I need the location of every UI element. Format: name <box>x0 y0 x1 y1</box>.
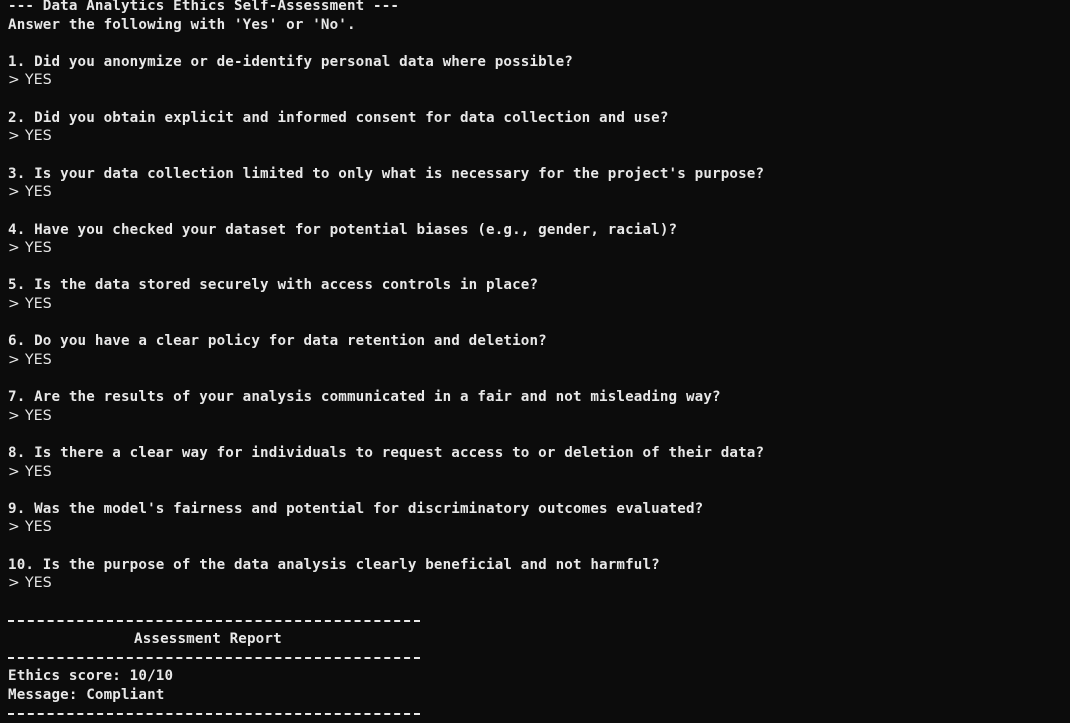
question-block: 9. Was the model's fairness and potentia… <box>8 500 1063 556</box>
question-text: 2. Did you obtain explicit and informed … <box>8 109 669 126</box>
answer-value: YES <box>25 295 52 312</box>
question-text: 10. Is the purpose of the data analysis … <box>8 556 660 573</box>
prompt-symbol: > <box>8 351 20 368</box>
question-block: 2. Did you obtain explicit and informed … <box>8 109 1063 165</box>
prompt-symbol: > <box>8 407 20 424</box>
prompt-symbol: > <box>8 519 20 536</box>
answer-value: YES <box>25 184 52 201</box>
answer-line: > YES <box>8 127 1063 146</box>
question-block: 1. Did you anonymize or de-identify pers… <box>8 53 1063 109</box>
question-text: 1. Did you anonymize or de-identify pers… <box>8 53 573 70</box>
question-text: 4. Have you checked your dataset for pot… <box>8 221 678 238</box>
question-block: 5. Is the data stored securely with acce… <box>8 276 1063 332</box>
prompt-symbol: > <box>8 72 20 89</box>
prompt-symbol: > <box>8 295 20 312</box>
question-list: 1. Did you anonymize or de-identify pers… <box>8 53 1063 612</box>
answer-value: YES <box>25 72 52 89</box>
ethics-score: Ethics score: 10/10 <box>8 668 174 685</box>
answer-line: > YES <box>8 518 1063 537</box>
report-divider-bottom <box>8 705 1063 723</box>
answer-value: YES <box>25 351 52 368</box>
prompt-symbol: > <box>8 463 20 480</box>
question-block: 7. Are the results of your analysis comm… <box>8 388 1063 444</box>
report-divider-middle <box>8 649 1063 668</box>
question-text: 5. Is the data stored securely with acce… <box>8 277 539 294</box>
question-text: 8. Is there a clear way for individuals … <box>8 445 765 461</box>
question-text: 6. Do you have a clear policy for data r… <box>8 333 547 350</box>
answer-value: YES <box>25 575 52 592</box>
prompt-symbol: > <box>8 575 20 592</box>
answer-value: YES <box>25 463 52 480</box>
answer-line: > YES <box>8 463 1063 482</box>
terminal-window: --- Data Analytics Ethics Self-Assessmen… <box>8 0 1063 723</box>
question-block: 10. Is the purpose of the data analysis … <box>8 556 1063 612</box>
question-block: 6. Do you have a clear policy for data r… <box>8 332 1063 388</box>
answer-line: > YES <box>8 183 1063 202</box>
answer-line: > YES <box>8 407 1063 426</box>
prompt-symbol: > <box>8 184 20 201</box>
report-title: Assessment Report <box>134 631 282 648</box>
answer-value: YES <box>25 407 52 424</box>
answer-line: > YES <box>8 239 1063 258</box>
answer-line: > YES <box>8 295 1063 314</box>
question-block: 3. Is your data collection limited to on… <box>8 165 1063 221</box>
answer-value: YES <box>25 240 52 257</box>
answer-line: > YES <box>8 574 1063 593</box>
report-message: Message: Compliant <box>8 687 165 703</box>
answer-line: > YES <box>8 71 1063 90</box>
question-block: 8. Is there a clear way for individuals … <box>8 444 1063 500</box>
answer-line: > YES <box>8 351 1063 370</box>
prompt-symbol: > <box>8 128 20 145</box>
answer-value: YES <box>25 519 52 536</box>
question-block: 4. Have you checked your dataset for pot… <box>8 221 1063 277</box>
report-divider-top <box>8 612 1063 631</box>
question-text: 7. Are the results of your analysis comm… <box>8 389 721 406</box>
prompt-symbol: > <box>8 240 20 257</box>
instruction-text: Answer the following with 'Yes' or 'No'. <box>8 16 356 33</box>
question-text: 3. Is your data collection limited to on… <box>8 165 765 182</box>
assessment-title: --- Data Analytics Ethics Self-Assessmen… <box>8 0 400 14</box>
answer-value: YES <box>25 128 52 145</box>
question-text: 9. Was the model's fairness and potentia… <box>8 500 704 517</box>
